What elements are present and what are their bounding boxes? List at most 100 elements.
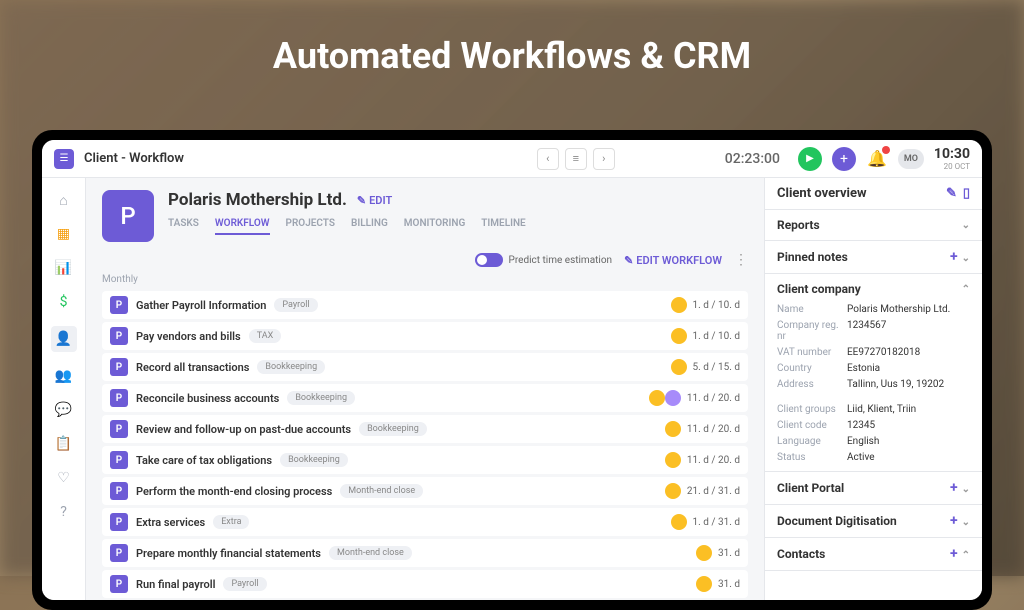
chevron-down-icon[interactable]: ⌄	[962, 253, 970, 264]
plus-icon[interactable]: +	[950, 480, 958, 496]
pinned-title[interactable]: Pinned notes	[777, 250, 848, 264]
plus-icon[interactable]: +	[950, 249, 958, 265]
task-title: Take care of tax obligations	[136, 454, 272, 467]
task-meta: 11. d / 20. d	[687, 455, 740, 466]
logo-icon[interactable]: ☰	[54, 149, 74, 169]
breadcrumb: Client - Workflow	[84, 151, 184, 166]
plus-icon[interactable]: +	[950, 513, 958, 529]
topbar: ☰ Client - Workflow ‹ ≡ › 02:23:00 ▶ + 🔔…	[42, 140, 982, 178]
field-label: Country	[777, 363, 847, 374]
task-badge: P	[110, 513, 128, 531]
contacts-title[interactable]: Contacts	[777, 547, 825, 561]
task-row[interactable]: P Perform the month-end closing process Mo…	[102, 477, 748, 505]
chevron-down-icon[interactable]: ⌄	[962, 484, 970, 495]
task-tag: Month-end close	[329, 546, 412, 560]
field-value: Polaris Mothership Ltd.	[847, 304, 970, 315]
calendar-icon[interactable]: ▦	[54, 224, 74, 244]
avatar	[696, 576, 712, 592]
more-menu[interactable]: ⋮	[734, 252, 748, 268]
chart-icon[interactable]: 📊	[54, 258, 74, 278]
tab-projects[interactable]: PROJECTS	[286, 218, 335, 235]
heart-icon[interactable]: ♡	[54, 468, 74, 488]
field-value: 1234567	[847, 320, 970, 342]
task-row[interactable]: PTake care of tax obligationsBookkeeping…	[102, 446, 748, 474]
task-title: Run final payroll	[136, 578, 215, 591]
task-meta: 1. d / 10. d	[693, 300, 740, 311]
nav-next[interactable]: ›	[593, 148, 615, 170]
clipboard-icon[interactable]: 📋	[54, 434, 74, 454]
task-title: Extra services	[136, 516, 205, 529]
task-meta: 11. d / 20. d	[687, 393, 740, 404]
contacts-icon[interactable]: 👤	[51, 326, 77, 352]
task-row[interactable]: PRecord all transactionsBookkeeping5. d …	[102, 353, 748, 381]
portal-title[interactable]: Client Portal	[777, 481, 844, 495]
dollar-icon[interactable]: $	[54, 292, 74, 312]
task-title: Perform the month-end closing process	[136, 485, 332, 498]
toggle-label: Predict time estimation	[509, 255, 613, 266]
tab-workflow[interactable]: WORKFLOW	[215, 218, 270, 235]
task-row[interactable]: P Extra services Extra 1. d / 31. d	[102, 508, 748, 536]
task-badge: P	[110, 544, 128, 562]
avatar	[696, 545, 712, 561]
task-meta: 21. d / 31. d	[687, 486, 740, 497]
edit-icon[interactable]: ✎	[946, 186, 957, 201]
right-panel: Client overview ✎ ▯ Reports ⌄ Pinned notes…	[764, 178, 982, 600]
add-button[interactable]: +	[832, 147, 856, 171]
chevron-down-icon[interactable]: ⌄	[962, 517, 970, 528]
chevron-up-icon[interactable]: ⌃	[962, 284, 970, 295]
task-row[interactable]: P Prepare monthly financial statements Mon…	[102, 539, 748, 567]
nav-prev[interactable]: ‹	[537, 148, 559, 170]
page-headline: Automated Workflows & CRM	[0, 35, 1024, 77]
clock: 10:30 20 OCT	[934, 146, 970, 171]
field-label: Address	[777, 379, 847, 390]
play-button[interactable]: ▶	[798, 147, 822, 171]
tablet-frame: ☰ Client - Workflow ‹ ≡ › 02:23:00 ▶ + 🔔…	[32, 130, 992, 610]
overview-title: Client overview	[777, 186, 867, 201]
task-title: Reconcile business accounts	[136, 392, 279, 405]
task-badge: P	[110, 420, 128, 438]
task-tag: Extra	[213, 515, 249, 529]
plus-icon[interactable]: +	[950, 546, 958, 562]
chevron-down-icon[interactable]: ⌄	[962, 220, 970, 231]
task-title: Prepare monthly financial statements	[136, 547, 321, 560]
field-label: Client code	[777, 420, 847, 431]
task-row[interactable]: PRun final payrollPayroll31. d	[102, 570, 748, 598]
task-row[interactable]: PGather Payroll InformationPayroll1. d /…	[102, 291, 748, 319]
task-meta: 1. d / 31. d	[693, 517, 740, 528]
task-badge: P	[110, 389, 128, 407]
field-label: Name	[777, 304, 847, 315]
task-meta: 31. d	[718, 548, 740, 559]
layout-icon[interactable]: ▯	[963, 186, 970, 201]
tab-billing[interactable]: BILLING	[351, 218, 388, 235]
tab-monitoring[interactable]: MONITORING	[404, 218, 465, 235]
task-meta: 11. d / 20. d	[687, 424, 740, 435]
task-row[interactable]: PReconcile business accountsBookkeeping1…	[102, 384, 748, 412]
client-avatar: P	[102, 190, 154, 242]
task-row[interactable]: PPay vendors and billsTAX1. d / 10. d	[102, 322, 748, 350]
help-icon[interactable]: ?	[54, 502, 74, 522]
digitisation-title[interactable]: Document Digitisation	[777, 514, 897, 528]
user-badge[interactable]: MO	[898, 149, 924, 169]
nav-list[interactable]: ≡	[565, 148, 587, 170]
users-icon[interactable]: 👥	[54, 366, 74, 386]
edit-client-button[interactable]: ✎ EDIT	[357, 194, 392, 207]
field-label: Company reg. nr	[777, 320, 847, 342]
client-name: Polaris Mothership Ltd.	[168, 190, 347, 210]
avatar	[665, 390, 681, 406]
tab-tasks[interactable]: TASKS	[168, 218, 199, 235]
task-meta: 1. d / 10. d	[693, 331, 740, 342]
predict-toggle[interactable]	[475, 253, 503, 267]
company-title[interactable]: Client company	[777, 282, 861, 296]
reports-title[interactable]: Reports	[777, 218, 820, 232]
chat-icon[interactable]: 💬	[54, 400, 74, 420]
task-meta: 31. d	[718, 579, 740, 590]
home-icon[interactable]: ⌂	[54, 190, 74, 210]
edit-workflow-button[interactable]: ✎ EDIT WORKFLOW	[624, 254, 722, 267]
bell-icon[interactable]: 🔔	[866, 148, 888, 170]
tab-timeline[interactable]: TIMELINE	[481, 218, 525, 235]
task-badge: P	[110, 575, 128, 593]
chevron-up-icon[interactable]: ⌃	[962, 550, 970, 561]
task-row[interactable]: PReview and follow-up on past-due accoun…	[102, 415, 748, 443]
task-badge: P	[110, 482, 128, 500]
task-tag: Month-end close	[340, 484, 423, 498]
